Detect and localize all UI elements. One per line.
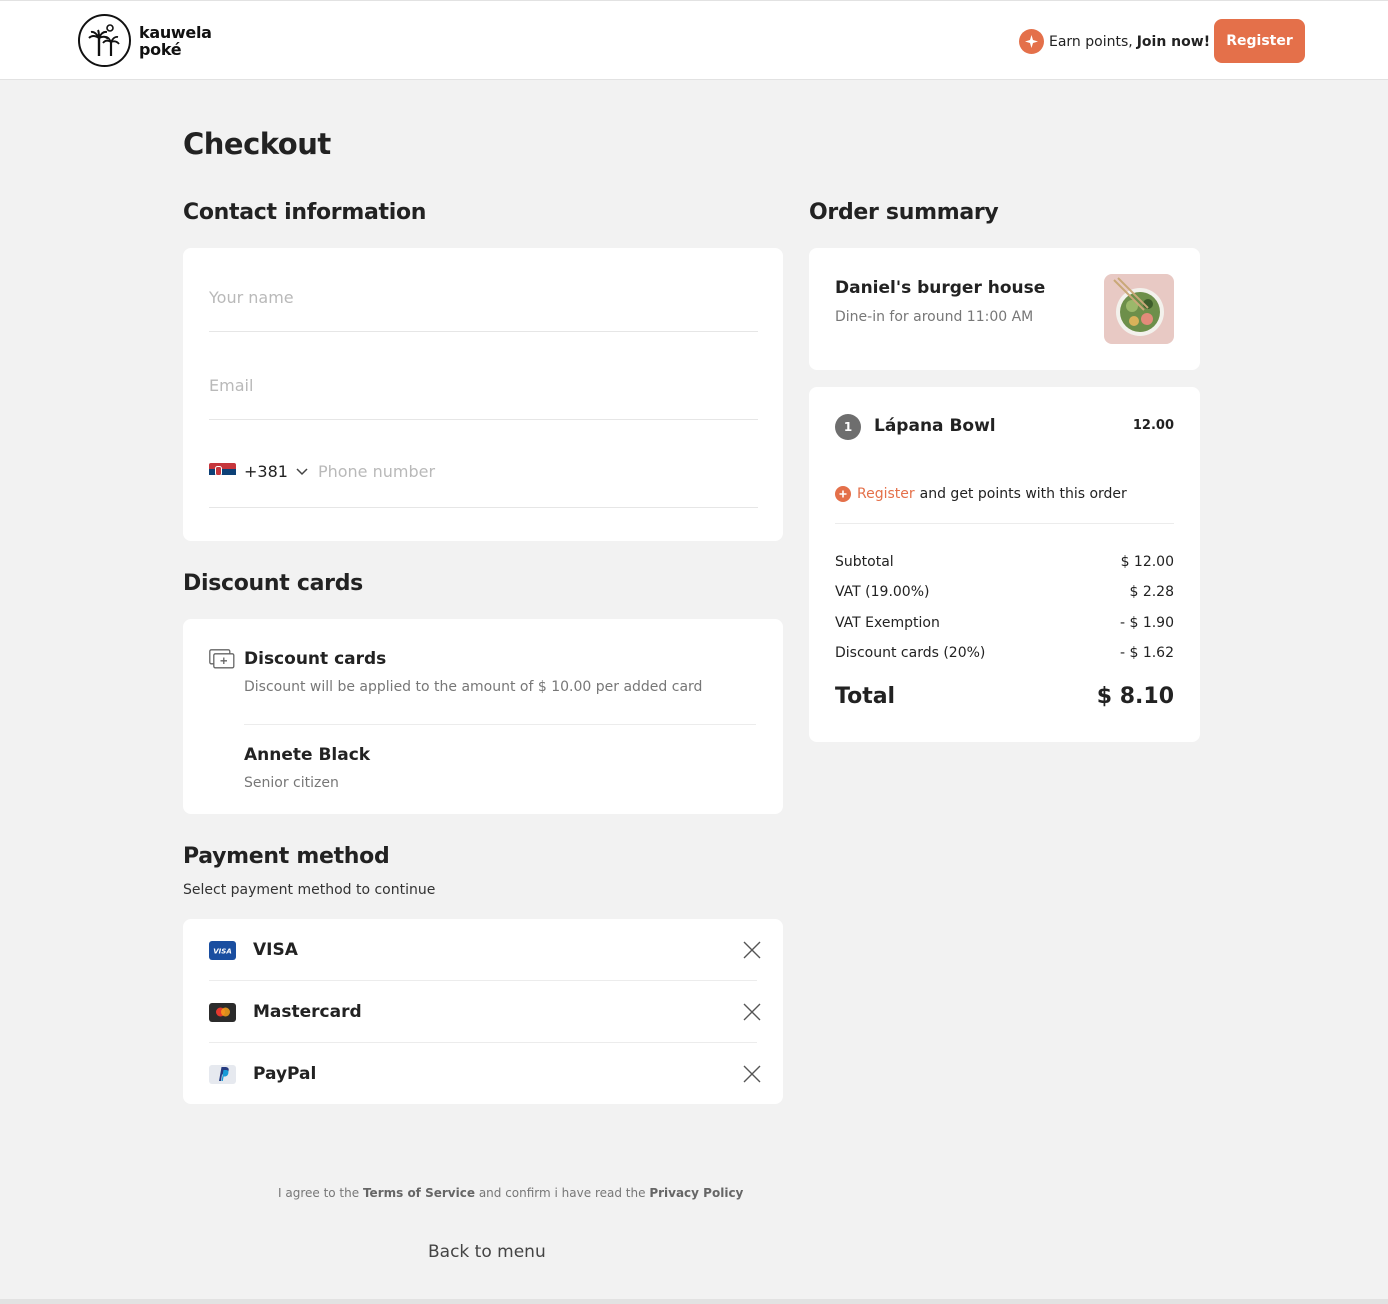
page-title: Checkout — [183, 127, 331, 161]
order-details-card: 1 Lápana Bowl 12.00 Register and get poi… — [809, 387, 1200, 742]
close-icon[interactable] — [741, 1001, 763, 1023]
bottom-edge — [0, 1299, 1388, 1304]
divider — [835, 523, 1174, 524]
payment-option-paypal[interactable]: PayPal — [183, 1043, 783, 1105]
discount-card-icon — [209, 649, 235, 669]
subtotal-row: Subtotal $ 12.00 — [835, 554, 1174, 570]
total-value: $ 8.10 — [1096, 684, 1174, 709]
palm-tree-icon — [78, 14, 131, 67]
plus-icon — [835, 486, 851, 502]
payment-option-visa[interactable]: VISA VISA — [183, 919, 783, 981]
phone-field-wrapper: +381 — [209, 462, 758, 508]
restaurant-card: Daniel's burger house Dine-in for around… — [809, 248, 1200, 370]
svg-text:VISA: VISA — [213, 947, 231, 955]
vat-row: VAT (19.00%) $ 2.28 — [835, 584, 1174, 600]
terms-agreement: I agree to the Terms of Service and conf… — [278, 1186, 743, 1200]
payment-heading: Payment method — [183, 844, 390, 869]
line-label: Subtotal — [835, 554, 894, 570]
discount-heading: Discount cards — [183, 571, 363, 596]
contact-card: +381 — [183, 248, 783, 541]
earn-points-text: Earn points, — [1049, 33, 1133, 50]
back-to-menu-button[interactable]: Back to menu — [428, 1242, 546, 1262]
discount-card-description: Discount will be applied to the amount o… — [244, 679, 703, 695]
discount-card-holder[interactable]: Annete Black Senior citizen — [244, 745, 744, 797]
payment-card: VISA VISA Mastercard PayPal — [183, 919, 783, 1104]
payment-option-mastercard[interactable]: Mastercard — [183, 981, 783, 1043]
close-icon[interactable] — [741, 1063, 763, 1085]
terms-link[interactable]: Terms of Service — [363, 1186, 475, 1200]
logo-line-1: kauwela — [139, 22, 212, 42]
line-label: VAT (19.00%) — [835, 584, 930, 600]
logo-text: kauwela poké — [139, 24, 212, 58]
discount-card-title: Discount cards — [244, 649, 387, 669]
payment-label: Mastercard — [253, 1002, 362, 1022]
item-price: 12.00 — [1132, 418, 1174, 433]
contact-heading: Contact information — [183, 200, 427, 225]
quantity-badge: 1 — [835, 414, 861, 440]
join-now-link[interactable]: Join now! — [1137, 34, 1210, 50]
discount-card: Discount cards Discount will be applied … — [183, 619, 783, 814]
visa-icon: VISA — [209, 940, 236, 960]
payment-subtitle: Select payment method to continue — [183, 882, 436, 898]
name-input[interactable] — [209, 288, 758, 307]
line-value: $ 12.00 — [1120, 554, 1174, 570]
name-field-wrapper — [209, 288, 758, 332]
agree-text-1: I agree to the — [278, 1186, 360, 1200]
paypal-icon — [209, 1064, 236, 1084]
logo[interactable]: kauwela poké — [78, 14, 212, 67]
payment-label: PayPal — [253, 1064, 317, 1084]
dine-in-info: Dine-in for around 11:00 AM — [835, 309, 1034, 325]
food-image — [1104, 274, 1174, 344]
vat-exemption-row: VAT Exemption - $ 1.90 — [835, 615, 1174, 631]
sparkle-icon — [1019, 29, 1044, 54]
line-value: - $ 1.62 — [1119, 645, 1174, 661]
discount-cards-row: Discount cards (20%) - $ 1.62 — [835, 645, 1174, 661]
line-value: - $ 1.90 — [1119, 615, 1174, 631]
total-row: Total $ 8.10 — [835, 684, 1174, 709]
serbia-flag-icon[interactable] — [209, 462, 236, 481]
logo-line-2: poké — [139, 39, 182, 59]
country-code[interactable]: +381 — [244, 462, 288, 481]
register-promo-text: and get points with this order — [919, 486, 1127, 502]
earn-points-promo: Earn points, Join now! — [1019, 29, 1210, 54]
line-value: $ 2.28 — [1129, 584, 1174, 600]
top-bar: kauwela poké Earn points, Join now! Regi… — [0, 0, 1388, 80]
total-label: Total — [835, 684, 896, 709]
line-label: VAT Exemption — [835, 615, 940, 631]
phone-input[interactable] — [317, 462, 698, 481]
mastercard-icon — [209, 1002, 236, 1022]
holder-type: Senior citizen — [244, 775, 339, 791]
payment-label: VISA — [253, 940, 298, 960]
divider — [244, 724, 756, 725]
holder-name: Annete Black — [244, 745, 371, 765]
order-summary-heading: Order summary — [809, 200, 999, 225]
restaurant-name: Daniel's burger house — [835, 278, 1046, 298]
close-icon[interactable] — [741, 939, 763, 961]
email-field-wrapper — [209, 376, 758, 420]
email-input[interactable] — [209, 376, 758, 395]
line-label: Discount cards (20%) — [835, 645, 986, 661]
register-link[interactable]: Register — [857, 486, 915, 502]
chevron-down-icon[interactable] — [296, 467, 308, 476]
register-button[interactable]: Register — [1214, 19, 1305, 63]
agree-text-2: and confirm i have read the — [478, 1186, 646, 1200]
register-promo: Register and get points with this order — [835, 486, 1127, 502]
item-name: Lápana Bowl — [874, 416, 996, 436]
privacy-link[interactable]: Privacy Policy — [649, 1186, 743, 1200]
